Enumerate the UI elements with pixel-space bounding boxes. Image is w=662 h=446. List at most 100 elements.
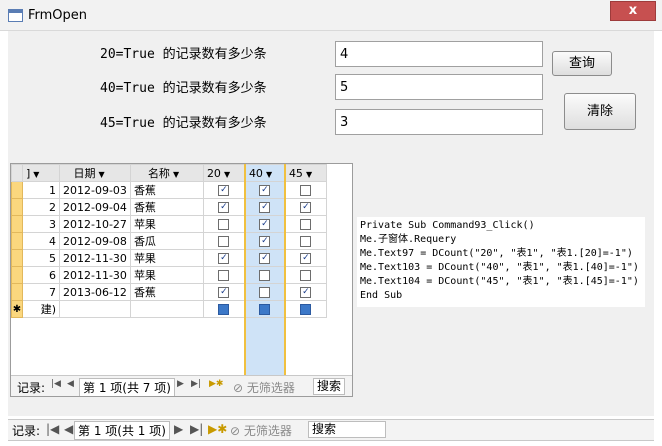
checkbox-cell[interactable]: ✓ — [202, 283, 246, 301]
checkbox-cell[interactable] — [202, 300, 246, 318]
name-cell[interactable]: 苹果 — [129, 266, 204, 284]
table-row[interactable]: 2 2012-09-04 香蕉 ✓ ✓ ✓ — [11, 198, 344, 216]
row-selector[interactable] — [11, 232, 23, 250]
title-bar: FrmOpen x — [0, 0, 662, 31]
no-filter-button[interactable]: ⊘ 无筛选器 — [230, 422, 292, 439]
checkbox-cell[interactable]: ✓ — [284, 283, 327, 301]
table-row[interactable]: 6 2012-11-30 苹果 — [11, 266, 344, 284]
checkbox-cell[interactable]: ✓ — [284, 249, 327, 267]
date-cell[interactable]: 2012-09-03 — [59, 181, 131, 199]
checkbox-cell[interactable]: ✓ — [202, 181, 246, 199]
new-record-icon[interactable]: ▶✱ — [208, 422, 227, 436]
row-selector[interactable] — [11, 249, 23, 267]
search-input[interactable]: 搜索 — [313, 378, 346, 395]
text104-field[interactable]: 3 — [335, 109, 543, 135]
name-cell[interactable]: 香蕉 — [129, 283, 204, 301]
select-all-corner[interactable] — [11, 164, 23, 182]
name-cell[interactable]: 苹果 — [129, 249, 204, 267]
checked-checkbox: ✓ — [218, 253, 230, 264]
checkbox-cell[interactable]: ✓ — [243, 215, 286, 233]
last-record-icon[interactable]: ▶| — [190, 422, 203, 436]
prev-record-icon[interactable]: ◀ — [64, 422, 73, 436]
table-row[interactable]: 3 2012-10-27 苹果 ✓ — [11, 215, 344, 233]
new-record-icon[interactable]: ▶✱ — [209, 379, 223, 389]
name-cell[interactable]: 香蕉 — [129, 181, 204, 199]
checkbox-cell[interactable]: ✓ — [243, 198, 286, 216]
date-cell[interactable]: 2012-09-04 — [59, 198, 131, 216]
date-cell[interactable]: 2012-09-08 — [59, 232, 131, 250]
col-header-id[interactable]: ] ▼ — [22, 164, 60, 182]
filter-icon: ⊘ — [230, 424, 241, 438]
unchecked-checkbox — [259, 287, 271, 298]
query-button[interactable]: 查询 — [552, 51, 612, 76]
clear-button[interactable]: 清除 — [564, 93, 636, 130]
id-cell[interactable]: 6 — [22, 266, 60, 284]
id-cell[interactable]: 4 — [22, 232, 60, 250]
row-selector[interactable] — [11, 283, 23, 301]
checkbox-cell[interactable] — [202, 232, 246, 250]
table-row[interactable]: 5 2012-11-30 苹果 ✓ ✓ ✓ — [11, 249, 344, 267]
checkbox-cell[interactable] — [243, 283, 286, 301]
checked-checkbox: ✓ — [259, 185, 271, 196]
next-record-icon[interactable]: ▶ — [174, 422, 183, 436]
name-cell[interactable]: 香蕉 — [129, 198, 204, 216]
checkbox-cell[interactable]: ✓ — [243, 181, 286, 199]
col-header-20[interactable]: 20 ▼ — [202, 164, 246, 182]
id-cell[interactable]: 7 — [22, 283, 60, 301]
text103-field[interactable]: 5 — [335, 74, 543, 100]
prev-record-icon[interactable]: ◀ — [67, 379, 74, 389]
checkbox-cell[interactable] — [284, 181, 327, 199]
chevron-down-icon: ▼ — [305, 169, 313, 179]
id-cell[interactable]: 1 — [22, 181, 60, 199]
record-position[interactable]: 第 1 项(共 7 项) — [79, 378, 175, 396]
record-label: 记录: — [17, 381, 46, 395]
first-record-icon[interactable]: |◀ — [46, 422, 59, 436]
checkbox-cell[interactable] — [284, 266, 327, 284]
table-row[interactable]: 4 2012-09-08 香瓜 ✓ — [11, 232, 344, 250]
date-cell[interactable] — [59, 300, 131, 318]
date-cell[interactable]: 2012-11-30 — [59, 266, 131, 284]
date-cell[interactable]: 2012-11-30 — [59, 249, 131, 267]
checkbox-cell[interactable]: ✓ — [202, 198, 246, 216]
checkbox-cell[interactable] — [243, 266, 286, 284]
checkbox-cell[interactable]: ✓ — [202, 249, 246, 267]
id-cell[interactable]: 2 — [22, 198, 60, 216]
date-cell[interactable]: 2012-10-27 — [59, 215, 131, 233]
first-record-icon[interactable]: |◀ — [51, 379, 61, 389]
name-cell[interactable]: 香瓜 — [129, 232, 204, 250]
checkbox-cell[interactable]: ✓ — [243, 249, 286, 267]
row-selector[interactable] — [11, 266, 23, 284]
text97-field[interactable]: 4 — [335, 41, 543, 67]
table-row[interactable]: 1 2012-09-03 香蕉 ✓ ✓ — [11, 181, 344, 199]
next-record-icon[interactable]: ▶ — [177, 379, 184, 389]
checkbox-cell[interactable]: ✓ — [243, 232, 286, 250]
date-cell[interactable]: 2013-06-12 — [59, 283, 131, 301]
close-button[interactable]: x — [610, 1, 656, 21]
col-header-date[interactable]: 日期 ▼ — [59, 164, 131, 182]
default-checkbox — [218, 304, 230, 315]
checkbox-cell[interactable] — [202, 215, 246, 233]
no-filter-button[interactable]: ⊘ 无筛选器 — [233, 379, 295, 396]
id-cell[interactable]: 3 — [22, 215, 60, 233]
col-header-45[interactable]: 45 ▼ — [284, 164, 327, 182]
id-cell[interactable]: 建) — [22, 300, 60, 318]
table-row[interactable]: 7 2013-06-12 香蕉 ✓ ✓ — [11, 283, 344, 301]
row-selector[interactable] — [11, 198, 23, 216]
col-header-name[interactable]: 名称 ▼ — [129, 164, 204, 182]
checkbox-cell[interactable] — [284, 300, 327, 318]
row-selector[interactable] — [11, 215, 23, 233]
name-cell[interactable]: 苹果 — [129, 215, 204, 233]
name-cell[interactable] — [129, 300, 204, 318]
checkbox-cell[interactable]: ✓ — [284, 198, 327, 216]
last-record-icon[interactable]: ▶| — [191, 379, 201, 389]
checkbox-cell[interactable] — [284, 215, 327, 233]
record-position[interactable]: 第 1 项(共 1 项) — [74, 421, 170, 440]
row-selector[interactable] — [11, 181, 23, 199]
id-cell[interactable]: 5 — [22, 249, 60, 267]
new-record-row[interactable]: ✱ 建) — [11, 300, 344, 318]
checkbox-cell[interactable] — [284, 232, 327, 250]
search-input[interactable]: 搜索 — [308, 421, 386, 438]
checkbox-cell[interactable] — [243, 300, 286, 318]
checkbox-cell[interactable] — [202, 266, 246, 284]
col-header-40[interactable]: 40 ▼ — [243, 164, 286, 182]
